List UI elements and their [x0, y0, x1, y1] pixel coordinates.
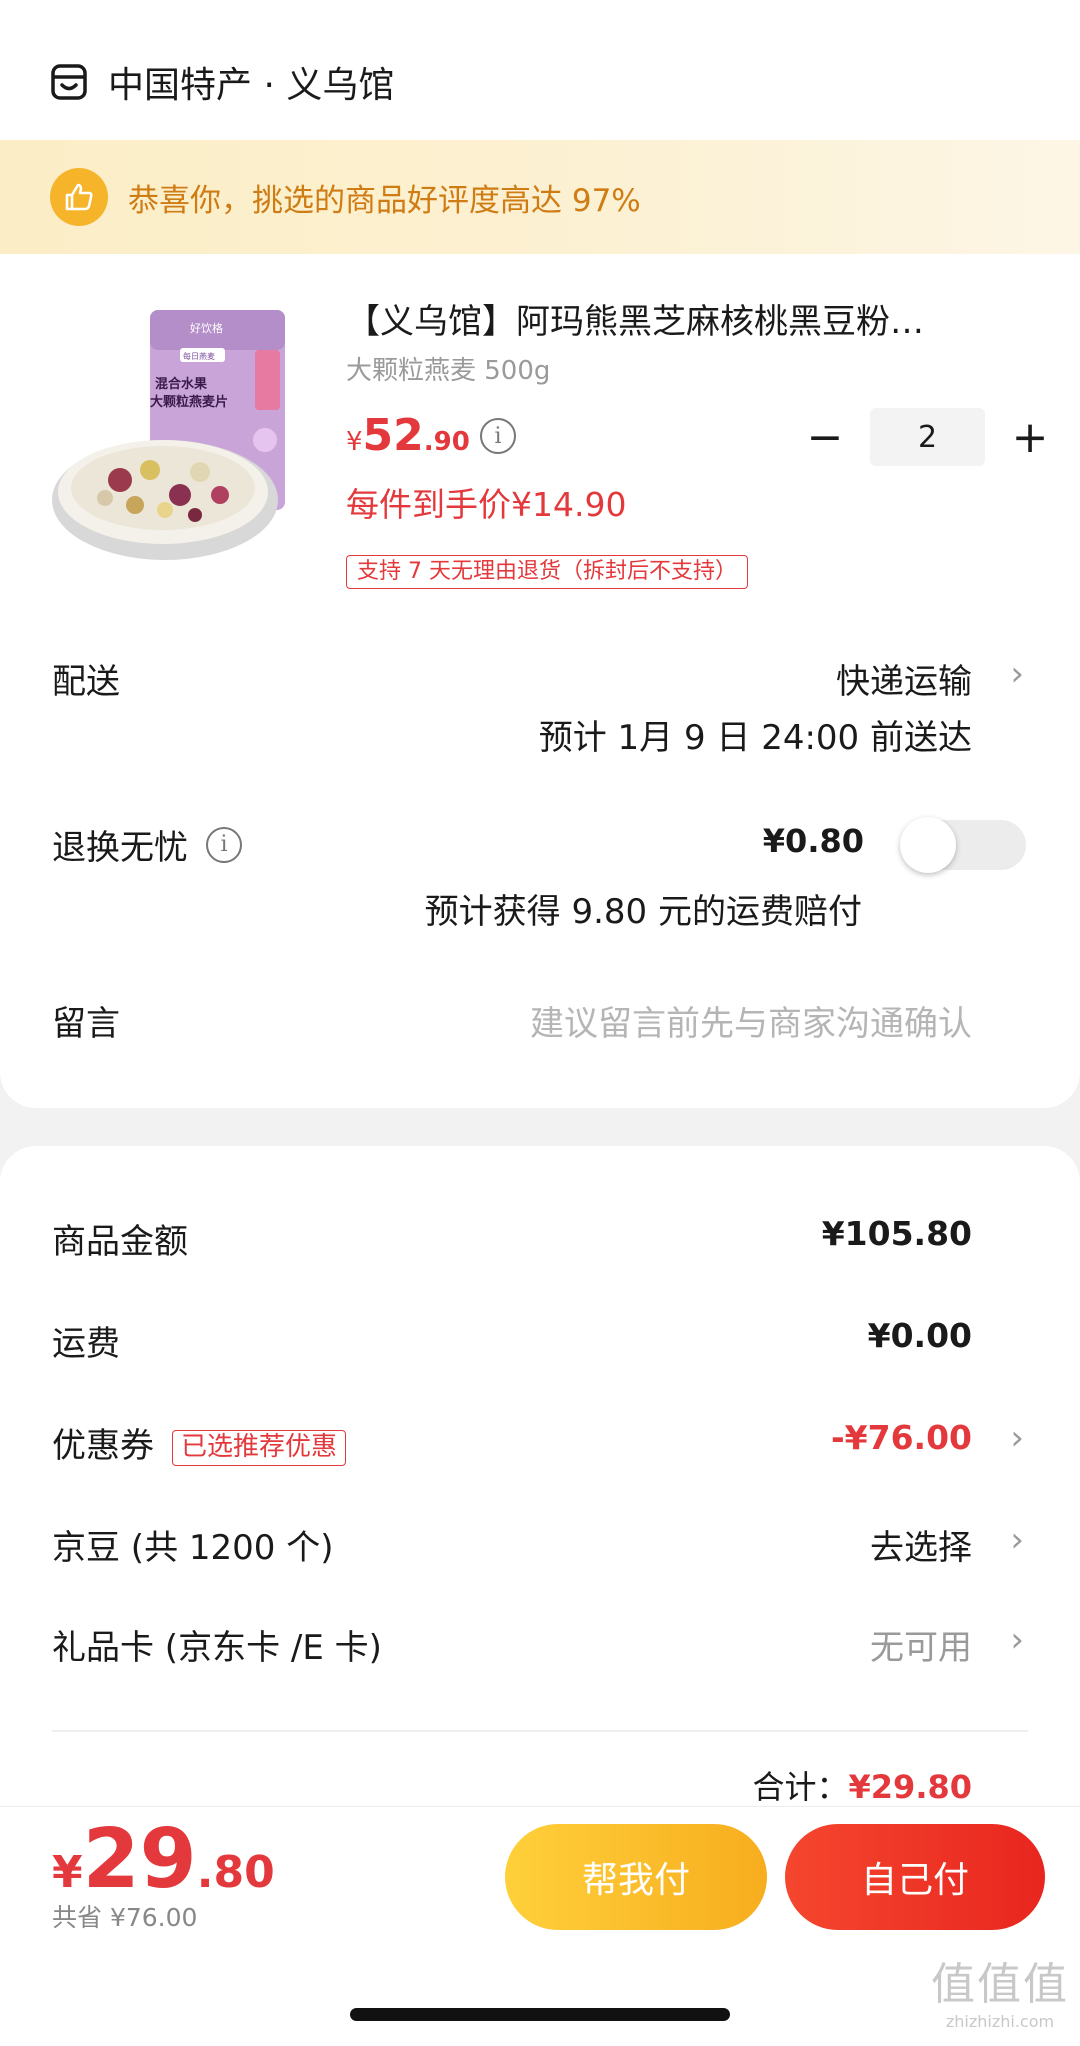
giftcard-chevron-icon[interactable]: › [1010, 1620, 1024, 1660]
shop-name: 中国特产 · 义乌馆 [108, 65, 395, 106]
summary-divider [52, 1730, 1028, 1732]
quantity-input[interactable]: 2 [870, 408, 985, 466]
return-insurance-label-row: 退换无忧 i [52, 820, 242, 869]
coupon-label: 优惠券 [52, 1426, 154, 1466]
pay-total-symbol: ¥ [52, 1847, 83, 1898]
jingdou-select[interactable]: 去选择 [870, 1520, 972, 1569]
price-info-icon[interactable]: i [480, 418, 516, 454]
thumbs-up-icon [50, 168, 108, 226]
decrease-button[interactable]: − [800, 412, 850, 463]
message-label: 留言 [52, 1004, 120, 1044]
rating-text: 恭喜你，挑选的商品好评度高达 97% [128, 182, 641, 219]
home-indicator[interactable] [350, 2008, 730, 2021]
giftcard-label: 礼品卡 (京东卡 /E 卡) [52, 1628, 382, 1668]
jingdou-label: 京豆 (共 1200 个) [52, 1528, 334, 1568]
jingdou-chevron-icon[interactable]: › [1010, 1520, 1024, 1560]
return-insurance-toggle[interactable] [900, 817, 1026, 873]
coupon-badge: 已选推荐优惠 [172, 1429, 347, 1466]
return-insurance-price: ¥0.80 [762, 822, 864, 860]
pay-total: ¥ 29 .80 [52, 1812, 275, 1907]
watermark-logo: 值值值 [931, 1959, 1069, 2010]
package-brand: 好饮格 [190, 321, 223, 335]
price-symbol: ¥ [346, 427, 363, 457]
saved-amount: 共省 ¥76.00 [52, 1903, 198, 1932]
coupon-row[interactable]: 优惠券 已选推荐优惠 [52, 1418, 347, 1467]
product-price: ¥ 52 .90 [346, 410, 470, 461]
goods-amount-label: 商品金额 [52, 1222, 188, 1262]
product-title[interactable]: 【义乌馆】阿玛熊黑芝麻核桃黑豆粉… [346, 294, 1006, 343]
return-info-icon[interactable]: i [206, 826, 242, 863]
shipping-label: 运费 [52, 1324, 120, 1364]
price-int: 52 [362, 410, 424, 461]
delivery-chevron-icon[interactable]: › [1010, 654, 1024, 694]
giftcard-value[interactable]: 无可用 [870, 1620, 972, 1669]
message-input[interactable]: 建议留言前先与商家沟通确认 [530, 996, 972, 1045]
shipping-value: ¥0.00 [867, 1316, 972, 1355]
watermark-url: zhizhizhi.com [945, 2012, 1055, 2031]
product-image[interactable]: 好饮格 每日燕麦 混合水果 大颗粒燕麦片 [50, 300, 300, 570]
package-line-2: 大颗粒燕麦片 [150, 394, 228, 410]
coupon-value[interactable]: -¥76.00 [831, 1418, 972, 1457]
delivery-label: 配送 [52, 662, 120, 702]
pay-total-int: 29 [82, 1812, 197, 1907]
store-icon [51, 64, 87, 100]
coupon-chevron-icon[interactable]: › [1010, 1418, 1024, 1458]
goods-amount-value: ¥105.80 [821, 1214, 972, 1253]
help-pay-button[interactable]: 帮我付 [505, 1824, 767, 1930]
self-pay-button[interactable]: 自己付 [785, 1824, 1045, 1930]
package-subtitle: 每日燕麦 [183, 351, 215, 361]
package-line-1: 混合水果 [155, 376, 207, 392]
total-row: 合计：¥29.80 [753, 1762, 973, 1808]
quantity-stepper: − 2 + [800, 408, 1055, 466]
return-insurance-note: 预计获得 9.80 元的运费赔付 [424, 892, 862, 932]
unit-price: 每件到手价¥14.90 [346, 485, 627, 524]
delivery-method[interactable]: 快递运输 [836, 654, 972, 703]
increase-button[interactable]: + [1005, 412, 1055, 463]
return-policy-tag: 支持 7 天无理由退货（拆封后不支持） [346, 555, 748, 589]
delivery-eta: 预计 1月 9 日 24:00 前送达 [538, 718, 972, 758]
toggle-knob [900, 817, 956, 873]
price-dec: .90 [423, 427, 470, 457]
watermark: 值值值 zhizhizhi.com [930, 1948, 1070, 2031]
return-insurance-label: 退换无忧 [52, 828, 188, 868]
total-label: 合计： [752, 1768, 849, 1806]
shop-header[interactable]: 中国特产 · 义乌馆 [50, 52, 394, 112]
rating-banner: 恭喜你，挑选的商品好评度高达 97% [0, 140, 1080, 254]
pay-total-dec: .80 [196, 1847, 275, 1898]
product-spec[interactable]: 大颗粒燕麦 500g [346, 350, 550, 387]
total-value: ¥29.80 [848, 1768, 972, 1806]
